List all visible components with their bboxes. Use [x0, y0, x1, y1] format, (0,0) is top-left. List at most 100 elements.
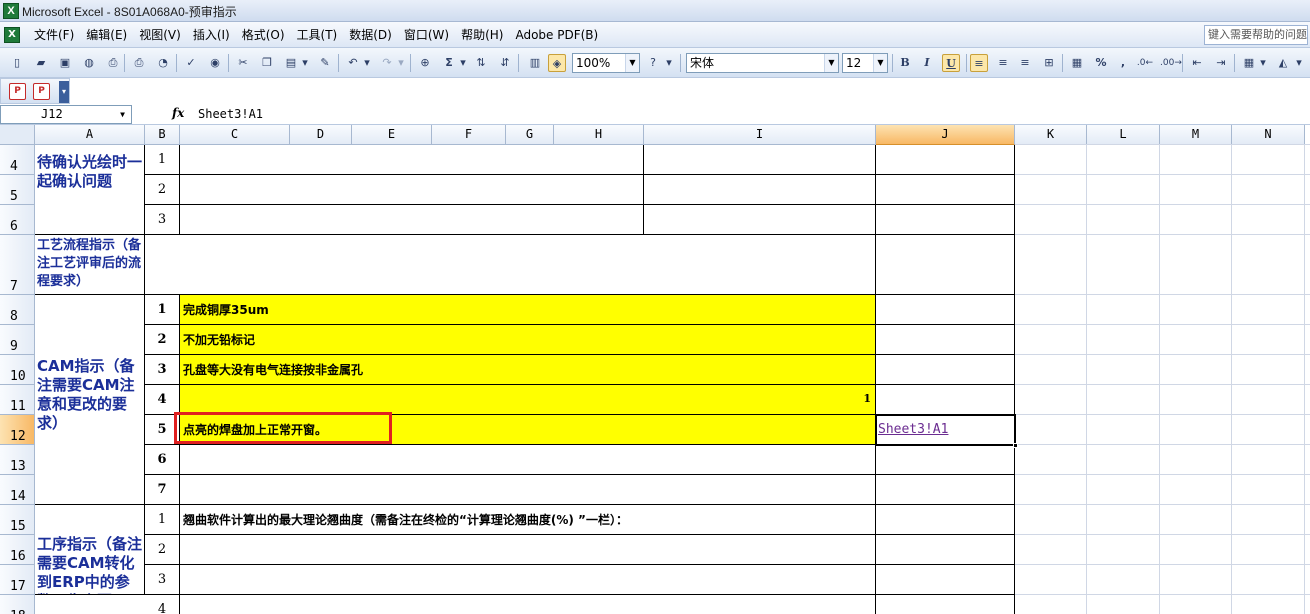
- chart-wizard-icon[interactable]: ▥: [526, 54, 544, 72]
- column-header-i[interactable]: I: [644, 125, 876, 145]
- hyperlink-icon[interactable]: ⊕: [416, 54, 434, 72]
- row-header-8[interactable]: 8: [0, 295, 35, 325]
- cell-j9[interactable]: [876, 325, 1015, 355]
- cell-j4[interactable]: [876, 145, 1015, 175]
- align-center-icon[interactable]: ≡: [994, 54, 1012, 72]
- row-header-13[interactable]: 13: [0, 445, 35, 475]
- name-box[interactable]: J12 ▼: [0, 105, 132, 124]
- cell-b8[interactable]: 1: [145, 295, 180, 325]
- cell-b16[interactable]: 2: [145, 535, 180, 565]
- column-header-a[interactable]: A: [35, 125, 145, 145]
- column-header-g[interactable]: G: [506, 125, 554, 145]
- preview-icon[interactable]: ◔: [154, 54, 172, 72]
- cell-c12-i12[interactable]: 点亮的焊盘加上正常开窗。: [180, 415, 876, 445]
- research-icon[interactable]: ◉: [206, 54, 224, 72]
- redo-dropdown-icon[interactable]: ▾: [396, 54, 406, 72]
- decrease-decimal-icon[interactable]: .00→: [1160, 54, 1182, 72]
- fill-color-icon[interactable]: ◭: [1274, 54, 1292, 72]
- increase-decimal-icon[interactable]: .0←: [1136, 54, 1154, 72]
- column-header-c[interactable]: C: [180, 125, 290, 145]
- cell-c4-h4[interactable]: [180, 145, 644, 175]
- undo-dropdown-icon[interactable]: ▾: [362, 54, 372, 72]
- row-header-16[interactable]: 16: [0, 535, 35, 565]
- cell-i6[interactable]: [644, 205, 876, 235]
- sort-descending-icon[interactable]: ⇵: [496, 54, 514, 72]
- cell-j7[interactable]: [876, 235, 1015, 295]
- menu-file[interactable]: 文件(F): [28, 22, 80, 48]
- menu-insert[interactable]: 插入(I): [187, 22, 236, 48]
- menu-adobe-pdf[interactable]: Adobe PDF(B): [509, 22, 604, 48]
- cell-b18[interactable]: 4: [145, 595, 180, 614]
- comma-button[interactable]: ,: [1114, 54, 1132, 72]
- copy-icon[interactable]: ❐: [258, 54, 276, 72]
- new-icon[interactable]: ▯: [8, 54, 26, 72]
- cell-b7-i7[interactable]: [145, 235, 876, 295]
- column-header-h[interactable]: H: [554, 125, 644, 145]
- undo-icon[interactable]: ↶: [344, 54, 362, 72]
- align-left-icon[interactable]: ≡: [970, 54, 988, 72]
- column-header-k[interactable]: K: [1015, 125, 1087, 145]
- align-right-icon[interactable]: ≡: [1016, 54, 1034, 72]
- font-size-select[interactable]: 12 ▼: [842, 53, 888, 73]
- merge-center-icon[interactable]: ⊞: [1040, 54, 1058, 72]
- spelling-icon[interactable]: ✓: [182, 54, 200, 72]
- zoom-select[interactable]: 100% ▼: [572, 53, 640, 73]
- row-header-11[interactable]: 11: [0, 385, 35, 415]
- cell-b17[interactable]: 3: [145, 565, 180, 595]
- menu-data[interactable]: 数据(D): [343, 22, 398, 48]
- cell-b12[interactable]: 5: [145, 415, 180, 445]
- column-header-b[interactable]: B: [145, 125, 180, 145]
- cell-b9[interactable]: 2: [145, 325, 180, 355]
- select-all-corner[interactable]: [0, 125, 35, 145]
- cell-j14[interactable]: [876, 475, 1015, 505]
- currency-icon[interactable]: ▦: [1068, 54, 1086, 72]
- cell-j11[interactable]: [876, 385, 1015, 415]
- increase-indent-icon[interactable]: ⇥: [1212, 54, 1230, 72]
- cell-c13-i13[interactable]: [180, 445, 876, 475]
- column-header-m[interactable]: M: [1160, 125, 1232, 145]
- cell-b11[interactable]: 4: [145, 385, 180, 415]
- cell-b10[interactable]: 3: [145, 355, 180, 385]
- underline-button[interactable]: U: [942, 54, 960, 72]
- print-preview-icon[interactable]: ⎙: [104, 54, 122, 72]
- fill-color-dropdown-icon[interactable]: ▾: [1294, 54, 1304, 72]
- paste-dropdown-icon[interactable]: ▾: [300, 54, 310, 72]
- cell-c16-i16[interactable]: [180, 535, 876, 565]
- convert-to-pdf-icon[interactable]: P: [9, 83, 26, 100]
- toolbar-options-icon[interactable]: ▾: [59, 81, 69, 103]
- cell-j8[interactable]: [876, 295, 1015, 325]
- cell-b4[interactable]: 1: [145, 145, 180, 175]
- chevron-down-icon[interactable]: ▼: [625, 54, 639, 72]
- row-header-12[interactable]: 12: [0, 415, 35, 445]
- autosum-icon[interactable]: Σ: [440, 54, 458, 72]
- row-header-9[interactable]: 9: [0, 325, 35, 355]
- row-header-5[interactable]: 5: [0, 175, 35, 205]
- cell-j18[interactable]: [876, 595, 1015, 614]
- format-painter-icon[interactable]: ✎: [316, 54, 334, 72]
- row-header-14[interactable]: 14: [0, 475, 35, 505]
- bold-button[interactable]: B: [896, 54, 914, 72]
- cell-b13[interactable]: 6: [145, 445, 180, 475]
- workbook-icon[interactable]: X: [4, 27, 20, 43]
- paste-icon[interactable]: ▤: [282, 54, 300, 72]
- cell-j17[interactable]: [876, 565, 1015, 595]
- row-header-18[interactable]: 18: [0, 595, 35, 614]
- chevron-down-icon[interactable]: ▼: [120, 106, 125, 123]
- cell-j15[interactable]: [876, 505, 1015, 535]
- cell-i4[interactable]: [644, 145, 876, 175]
- menu-edit[interactable]: 编辑(E): [80, 22, 133, 48]
- row-header-6[interactable]: 6: [0, 205, 35, 235]
- toolbar-options-icon[interactable]: ▾: [664, 54, 674, 72]
- row-header-15[interactable]: 15: [0, 505, 35, 535]
- cell-b6[interactable]: 3: [145, 205, 180, 235]
- cell-j12-hyperlink[interactable]: Sheet3!A1: [876, 415, 1015, 445]
- permission-icon[interactable]: ◍: [80, 54, 98, 72]
- row-header-10[interactable]: 10: [0, 355, 35, 385]
- cell-c15-i15[interactable]: 翘曲软件计算出的最大理论翘曲度（需备注在终检的“计算理论翘曲度(%) ”一栏）：: [180, 505, 876, 535]
- cell-b5[interactable]: 2: [145, 175, 180, 205]
- chevron-down-icon[interactable]: ▼: [824, 54, 838, 72]
- cell-c11-i11[interactable]: 1: [180, 385, 876, 415]
- fx-icon[interactable]: fx: [172, 106, 184, 120]
- cell-c8-i8[interactable]: 完成铜厚35um: [180, 295, 876, 325]
- cell-c5-h5[interactable]: [180, 175, 644, 205]
